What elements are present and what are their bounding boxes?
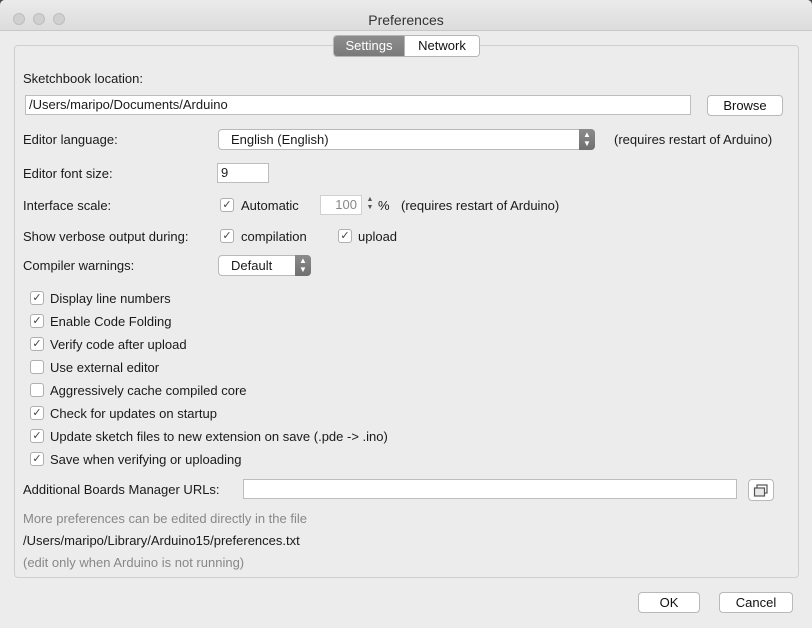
- editor-language-note: (requires restart of Arduino): [614, 132, 773, 147]
- title-bar: Preferences: [0, 0, 812, 31]
- interface-scale-note: (requires restart of Arduino): [401, 198, 560, 213]
- option-checkbox[interactable]: [30, 360, 44, 374]
- editor-language-select[interactable]: English (English) ▲ ▼: [218, 129, 595, 150]
- editor-font-size-label: Editor font size:: [23, 166, 113, 181]
- sketchbook-label: Sketchbook location:: [23, 71, 143, 86]
- option-label: Use external editor: [50, 360, 160, 375]
- editor-language-value: English (English): [231, 132, 329, 147]
- editor-language-label: Editor language:: [23, 132, 118, 147]
- ok-button[interactable]: OK: [638, 592, 700, 613]
- option-label: Display line numbers: [50, 291, 171, 306]
- option-checkbox[interactable]: ✓: [30, 429, 44, 443]
- option-label: Save when verifying or uploading: [50, 452, 242, 467]
- compiler-warnings-value: Default: [231, 258, 273, 273]
- updown-icon: ▲ ▼: [579, 129, 595, 150]
- option-label: Verify code after upload: [50, 337, 187, 352]
- option-label: Update sketch files to new extension on …: [50, 429, 388, 444]
- window-title: Preferences: [368, 12, 444, 28]
- option-checkbox[interactable]: ✓: [30, 406, 44, 420]
- compiler-warnings-label: Compiler warnings:: [23, 258, 135, 273]
- option-checkbox[interactable]: ✓: [30, 452, 44, 466]
- option-checkbox[interactable]: ✓: [30, 337, 44, 351]
- scale-unit: %: [378, 198, 390, 213]
- more-preferences-note: More preferences can be edited directly …: [23, 511, 307, 526]
- boards-manager-label: Additional Boards Manager URLs:: [23, 482, 220, 497]
- option-checkbox[interactable]: ✓: [30, 314, 44, 328]
- open-window-icon[interactable]: [748, 479, 774, 501]
- interface-scale-label: Interface scale:: [23, 198, 112, 213]
- sketchbook-location-input[interactable]: /Users/maripo/Documents/Arduino: [25, 95, 691, 115]
- browse-button[interactable]: Browse: [707, 95, 783, 116]
- automatic-label: Automatic: [241, 198, 299, 213]
- scale-stepper[interactable]: ▲ ▼: [365, 196, 375, 216]
- option-label: Check for updates on startup: [50, 406, 217, 421]
- interface-scale-input[interactable]: 100: [320, 195, 362, 215]
- cancel-button[interactable]: Cancel: [719, 592, 793, 613]
- upload-checkbox[interactable]: ✓: [338, 229, 352, 243]
- boards-manager-urls-input[interactable]: [243, 479, 737, 499]
- verbose-label: Show verbose output during:: [23, 229, 189, 244]
- edit-only-note: (edit only when Arduino is not running): [23, 555, 245, 570]
- tab-network[interactable]: Network: [404, 36, 479, 56]
- tab-settings[interactable]: Settings: [334, 36, 404, 56]
- automatic-checkbox[interactable]: ✓: [220, 198, 234, 212]
- option-checkbox[interactable]: ✓: [30, 291, 44, 305]
- option-label: Enable Code Folding: [50, 314, 172, 329]
- compilation-checkbox[interactable]: ✓: [220, 229, 234, 243]
- tab-bar: Settings Network: [333, 35, 480, 57]
- upload-label: upload: [358, 229, 398, 244]
- option-label: Aggressively cache compiled core: [50, 383, 247, 398]
- compiler-warnings-select[interactable]: Default ▲ ▼: [218, 255, 311, 276]
- compilation-label: compilation: [241, 229, 307, 244]
- updown-icon: ▲ ▼: [295, 255, 311, 276]
- editor-font-size-input[interactable]: 9: [217, 163, 269, 183]
- option-checkbox[interactable]: [30, 383, 44, 397]
- preferences-window: Preferences Settings Network Sketchbook …: [0, 0, 812, 628]
- preferences-file-path: /Users/maripo/Library/Arduino15/preferen…: [23, 533, 300, 548]
